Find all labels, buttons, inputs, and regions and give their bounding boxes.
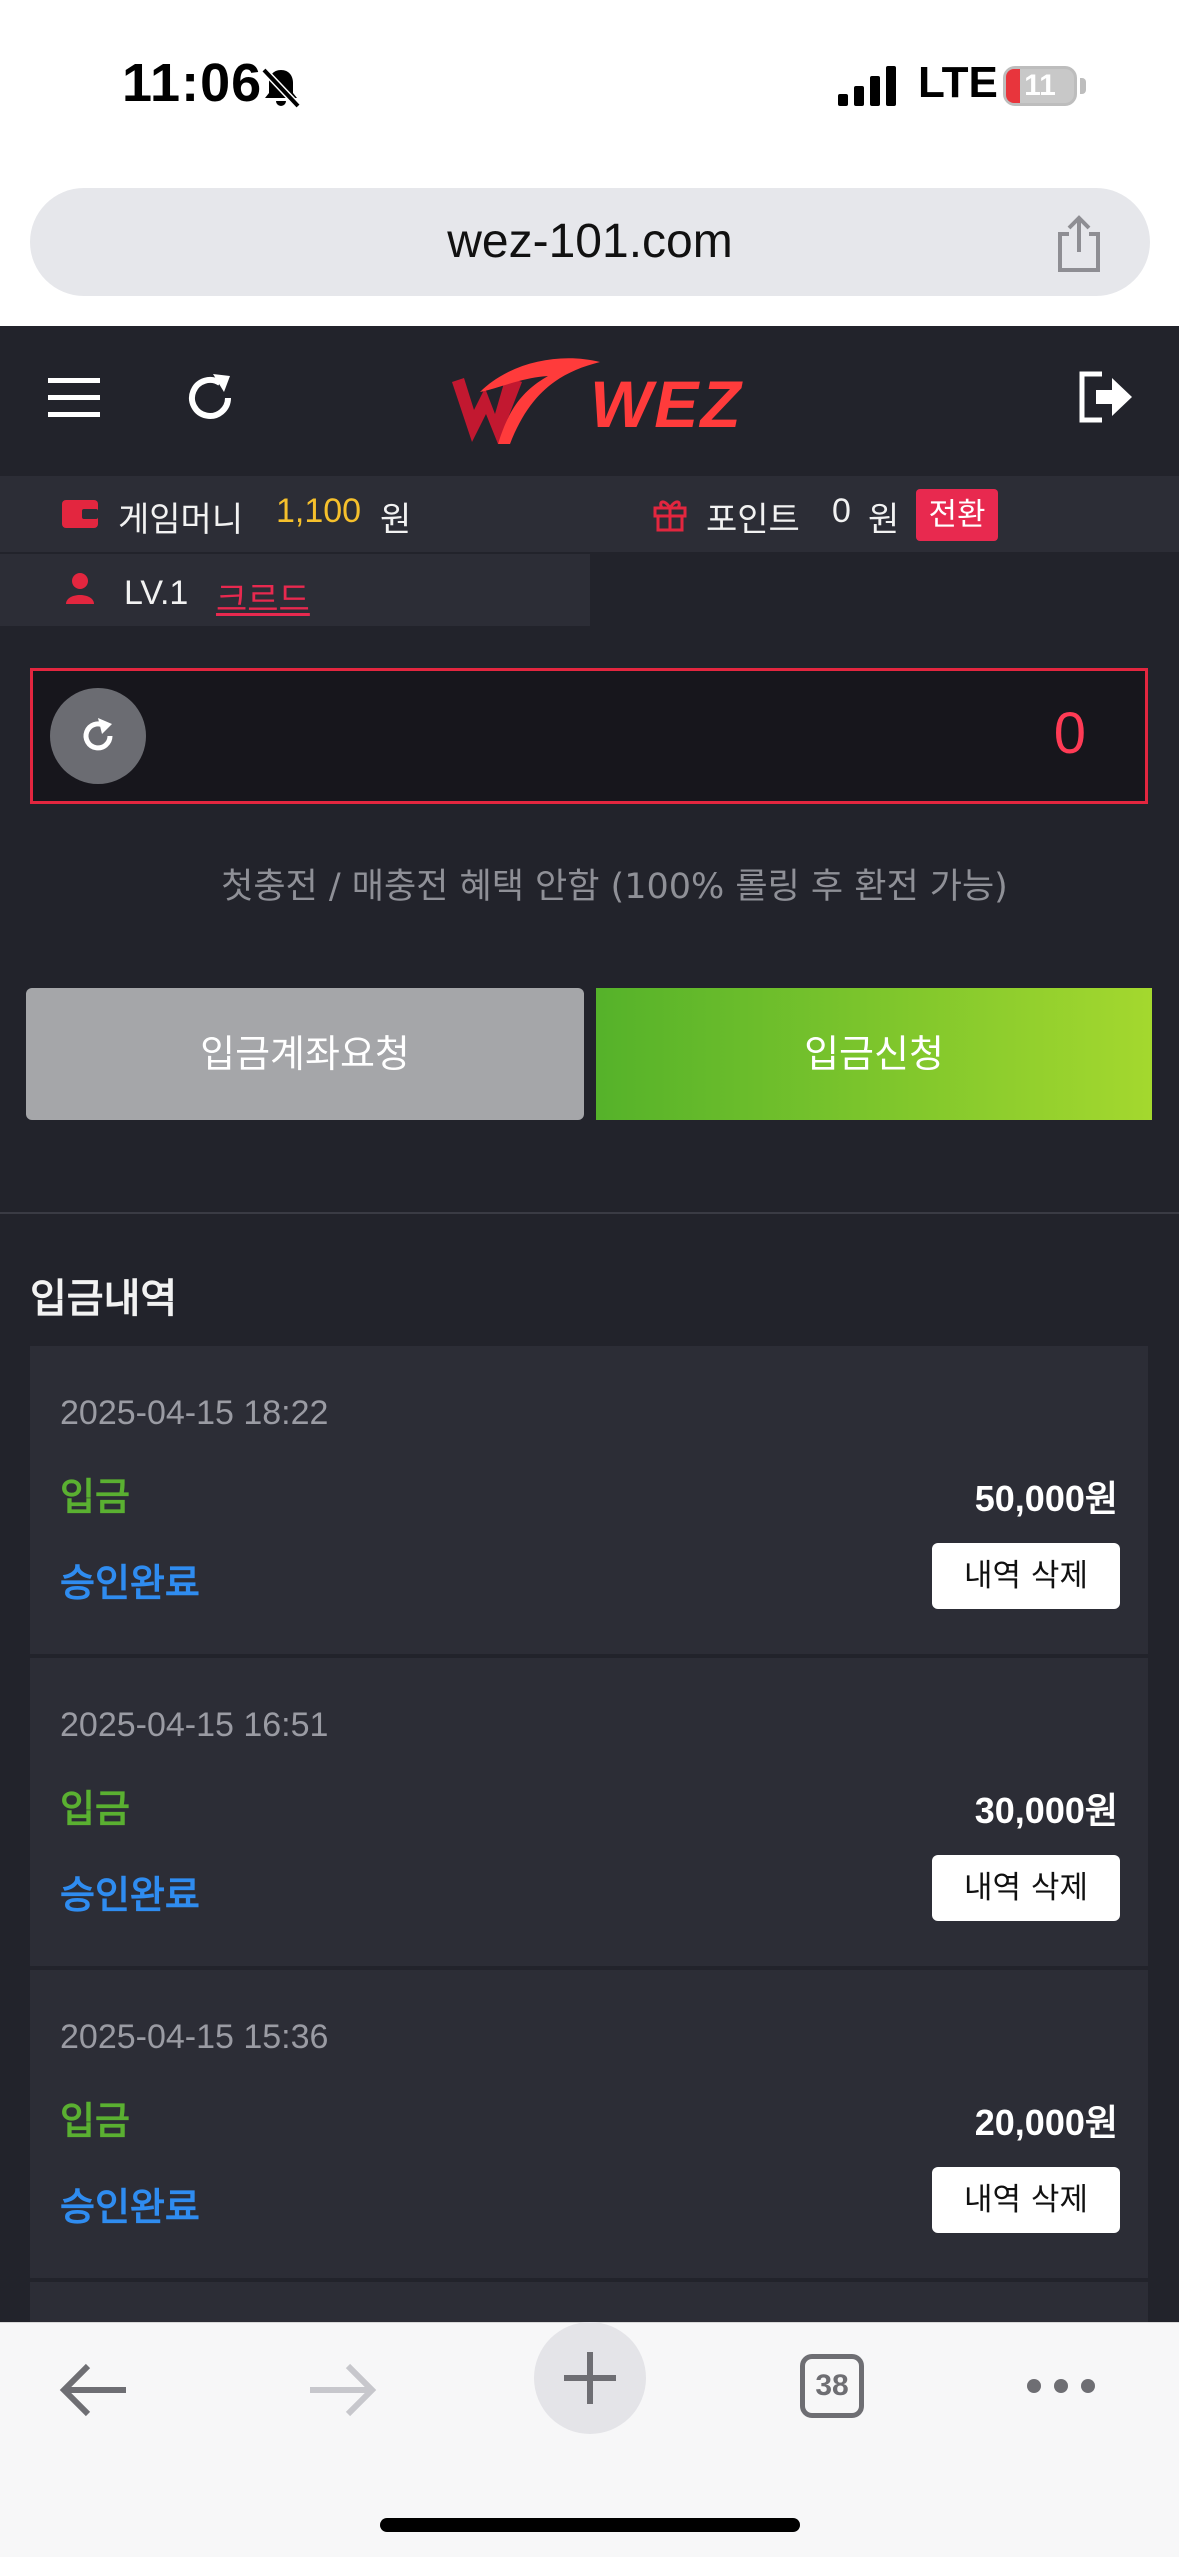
history-amount: 30,000원: [974, 1790, 1118, 1831]
history-title: 입금내역: [30, 1276, 178, 1322]
refresh-icon[interactable]: [180, 368, 240, 428]
logo-text: WEZ: [590, 367, 743, 441]
point-value: 0: [832, 492, 851, 530]
url-text[interactable]: wez-101.com: [30, 188, 1150, 296]
delete-history-button[interactable]: 내역 삭제: [932, 2167, 1120, 2233]
more-icon[interactable]: [1026, 2376, 1096, 2396]
convert-button[interactable]: 전환: [916, 489, 998, 541]
bonus-notice: 첫충전 / 매충전 혜택 안함 (100% 롤링 후 환전 가능): [221, 867, 1008, 907]
battery-cap: [1080, 78, 1086, 94]
user-icon: [66, 573, 94, 604]
point-label: 포인트: [706, 500, 800, 540]
menu-icon[interactable]: [48, 376, 104, 420]
history-status: 승인완료: [60, 1873, 200, 1917]
section-divider: [0, 1212, 1179, 1214]
home-indicator: [380, 2518, 800, 2532]
reset-icon: [83, 718, 113, 751]
back-arrow-icon[interactable]: [58, 2362, 130, 2418]
point-unit: 원: [868, 500, 900, 540]
status-time: 11:06: [122, 53, 263, 113]
history-datetime: 2025-04-15 15:36: [60, 2018, 329, 2056]
history-type: 입금: [60, 1475, 130, 1519]
grade-link[interactable]: 크르드: [216, 572, 310, 621]
tab-count: 38: [815, 2369, 849, 2402]
history-type: 입금: [60, 1787, 130, 1831]
delete-history-button[interactable]: 내역 삭제: [932, 1543, 1120, 1609]
game-money-label: 게임머니: [118, 500, 244, 540]
bell-muted-icon: [261, 67, 301, 109]
history-type: 입금: [60, 2099, 130, 2143]
plus-icon: [564, 2352, 616, 2404]
history-status: 승인완료: [60, 1561, 200, 1605]
history-datetime: 2025-04-15 16:51: [60, 1706, 329, 1744]
forward-arrow-icon[interactable]: [306, 2362, 378, 2418]
request-account-button[interactable]: 입금계좌요청: [26, 988, 584, 1120]
logout-icon[interactable]: [1078, 370, 1134, 424]
history-amount: 20,000원: [974, 2102, 1118, 2143]
game-money-unit: 원: [380, 500, 412, 540]
history-item-partial: [30, 2282, 1148, 2326]
gift-icon: [653, 500, 687, 532]
deposit-amount-value: 0: [1053, 701, 1086, 766]
signal-icon: [838, 66, 896, 106]
game-money-value: 1,100: [276, 492, 362, 530]
delete-history-button[interactable]: 내역 삭제: [932, 1855, 1120, 1921]
share-icon[interactable]: [1052, 214, 1106, 274]
history-status: 승인완료: [60, 2185, 200, 2229]
deposit-request-button[interactable]: 입금신청: [596, 988, 1152, 1120]
wez-logo-mark: [452, 358, 600, 444]
wallet-icon: [62, 500, 98, 528]
battery-percent: 11: [1024, 69, 1056, 102]
history-amount: 50,000원: [974, 1478, 1118, 1519]
level-label: LV.1: [124, 574, 189, 612]
history-datetime: 2025-04-15 18:22: [60, 1394, 329, 1432]
network-type: LTE: [918, 58, 998, 107]
